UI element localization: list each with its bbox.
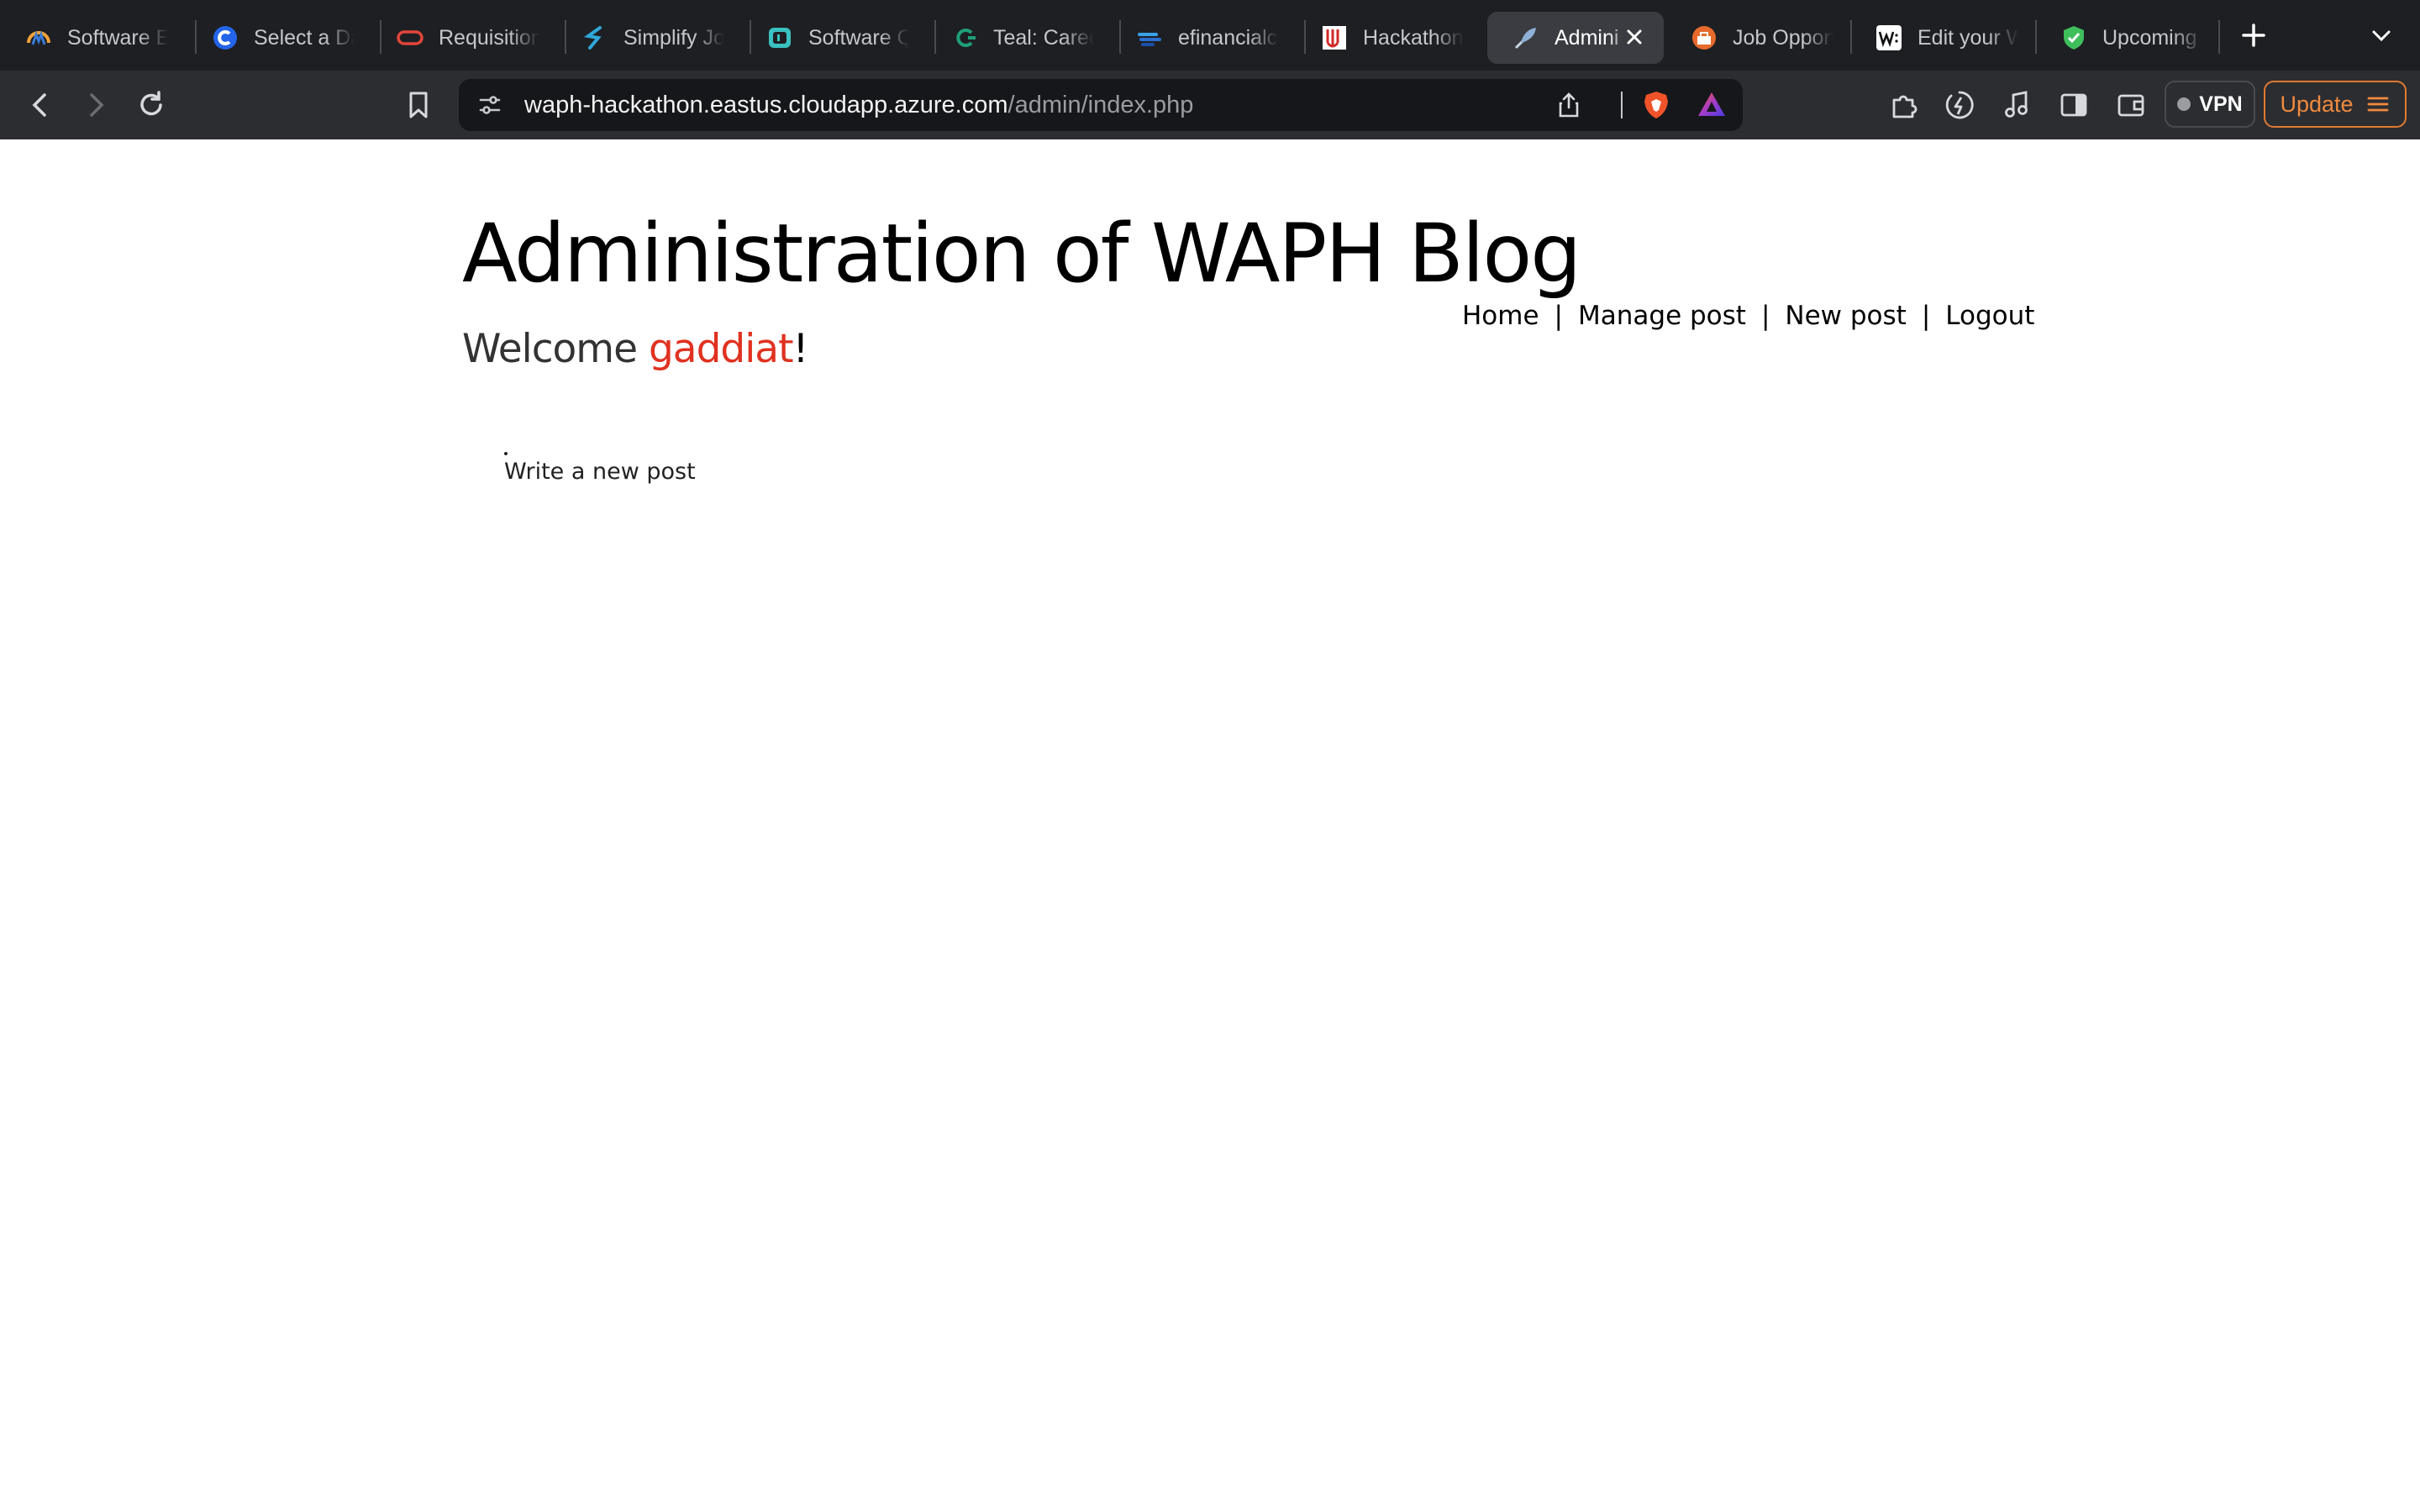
nav-home-link[interactable]: Home xyxy=(1462,301,1539,331)
browser-tab[interactable]: Simplify Jol xyxy=(556,12,741,64)
browser-tab[interactable]: Software Er xyxy=(0,12,193,64)
page-content: Administration of WAPH Blog Welcome gadd… xyxy=(0,139,2420,1512)
nav-separator: | xyxy=(1921,301,1931,331)
tab-label: Software Er xyxy=(67,25,168,50)
reload-icon[interactable] xyxy=(134,88,168,122)
simplify-icon xyxy=(581,24,608,51)
new-tab-icon[interactable] xyxy=(2237,18,2270,52)
browser-tab[interactable]: Edit your W xyxy=(1850,12,2035,64)
site-settings-icon[interactable] xyxy=(476,91,504,119)
tab-label: efinancialc xyxy=(1178,25,1278,50)
tab-label: Simplify Jol xyxy=(623,25,724,50)
music-note-icon[interactable] xyxy=(2000,88,2033,122)
quill-icon xyxy=(1512,24,1539,51)
bookmark-icon[interactable] xyxy=(402,88,435,122)
browser-tab-strip: Software Er Select a Da Requisition Simp… xyxy=(0,0,2420,71)
wallet-icon[interactable] xyxy=(2114,88,2148,122)
browser-tab[interactable]: Select a Da xyxy=(187,12,371,64)
tab-divider xyxy=(2218,20,2220,54)
tab-label: Job Opport xyxy=(1733,25,1833,50)
browser-tab[interactable]: Job Opport xyxy=(1665,12,1850,64)
browser-tab[interactable]: efinancialc xyxy=(1111,12,1296,64)
nav-separator: | xyxy=(1554,301,1563,331)
address-bar[interactable]: waph-hackathon.eastus.cloudapp.azure.com… xyxy=(459,79,1743,131)
browser-tab[interactable]: Hackathon xyxy=(1296,12,1481,64)
browser-tab[interactable]: Upcoming xyxy=(2035,12,2220,64)
tab-label: Hackathon xyxy=(1363,25,1464,50)
nav-logout-link[interactable]: Logout xyxy=(1945,301,2034,331)
browser-tab[interactable]: Software Q xyxy=(741,12,926,64)
url-path: /admin/index.php xyxy=(1007,92,1194,118)
browser-toolbar: waph-hackathon.eastus.cloudapp.azure.com… xyxy=(0,71,2420,139)
update-label: Update xyxy=(2280,91,2354,117)
browser-tab[interactable]: Requisition xyxy=(371,12,556,64)
brave-rewards-icon[interactable] xyxy=(1696,89,1728,121)
extensions-puzzle-icon[interactable] xyxy=(1887,88,1921,122)
url-text[interactable]: waph-hackathon.eastus.cloudapp.azure.com… xyxy=(524,79,1193,131)
address-divider xyxy=(1621,92,1623,118)
close-tab-icon[interactable] xyxy=(1622,24,1647,50)
share-icon[interactable] xyxy=(1555,91,1583,119)
brave-shields-icon[interactable] xyxy=(1640,89,1672,121)
calendly-icon xyxy=(212,24,239,51)
leo-ai-icon[interactable] xyxy=(1943,88,1976,122)
vpn-button[interactable]: VPN xyxy=(2165,81,2255,128)
welcome-message: Welcome gaddiat! xyxy=(462,326,808,372)
page-title: Administration of WAPH Blog xyxy=(462,207,1581,301)
hamburger-menu-icon xyxy=(2365,92,2391,117)
tab-label: Edit your W xyxy=(1918,25,2018,50)
tab-label: Teal: Caree xyxy=(993,25,1094,50)
forward-arrow-icon[interactable] xyxy=(79,88,113,122)
tab-label: Select a Da xyxy=(254,25,355,50)
nav-new-post-link[interactable]: New post xyxy=(1785,301,1906,331)
update-button[interactable]: Update xyxy=(2264,81,2407,128)
write-new-post-label: Write a new post xyxy=(504,459,696,485)
admin-nav: Home | Manage post | New post | Logout xyxy=(1462,301,2034,331)
efinancial-icon xyxy=(1136,24,1163,51)
job-icon xyxy=(1691,24,1718,51)
shield-check-icon xyxy=(2060,24,2087,51)
vpn-label: VPN xyxy=(2199,92,2243,116)
browser-tab[interactable]: Teal: Caree xyxy=(926,12,1111,64)
browser-tab-active[interactable]: Admini xyxy=(1487,12,1664,64)
write-new-post[interactable]: Write a new post xyxy=(504,452,696,485)
tab-label: Requisition xyxy=(439,25,539,50)
chevron-down-icon[interactable] xyxy=(2368,22,2395,49)
tab-label: Admini xyxy=(1555,25,1619,50)
tab-label: Software Q xyxy=(808,25,909,50)
back-arrow-icon[interactable] xyxy=(24,88,57,122)
wordpress-w-icon xyxy=(1876,24,1902,51)
teal-icon xyxy=(951,24,978,51)
university-icon xyxy=(1321,24,1348,51)
welcome-prefix: Welcome xyxy=(462,326,649,372)
url-host: waph-hackathon.eastus.cloudapp.azure.com xyxy=(524,92,1008,118)
sidebar-toggle-icon[interactable] xyxy=(2057,88,2091,122)
cursor-mark xyxy=(504,452,508,455)
nav-separator: | xyxy=(1760,301,1770,331)
tab-app-icon xyxy=(766,24,793,51)
vpn-status-icon xyxy=(2177,97,2191,111)
teal-logo-icon xyxy=(25,24,52,51)
welcome-suffix: ! xyxy=(792,326,809,372)
username: gaddiat xyxy=(648,326,794,372)
nav-manage-post-link[interactable]: Manage post xyxy=(1578,301,1746,331)
tab-label: Upcoming xyxy=(2102,25,2197,50)
oracle-icon xyxy=(397,24,424,51)
